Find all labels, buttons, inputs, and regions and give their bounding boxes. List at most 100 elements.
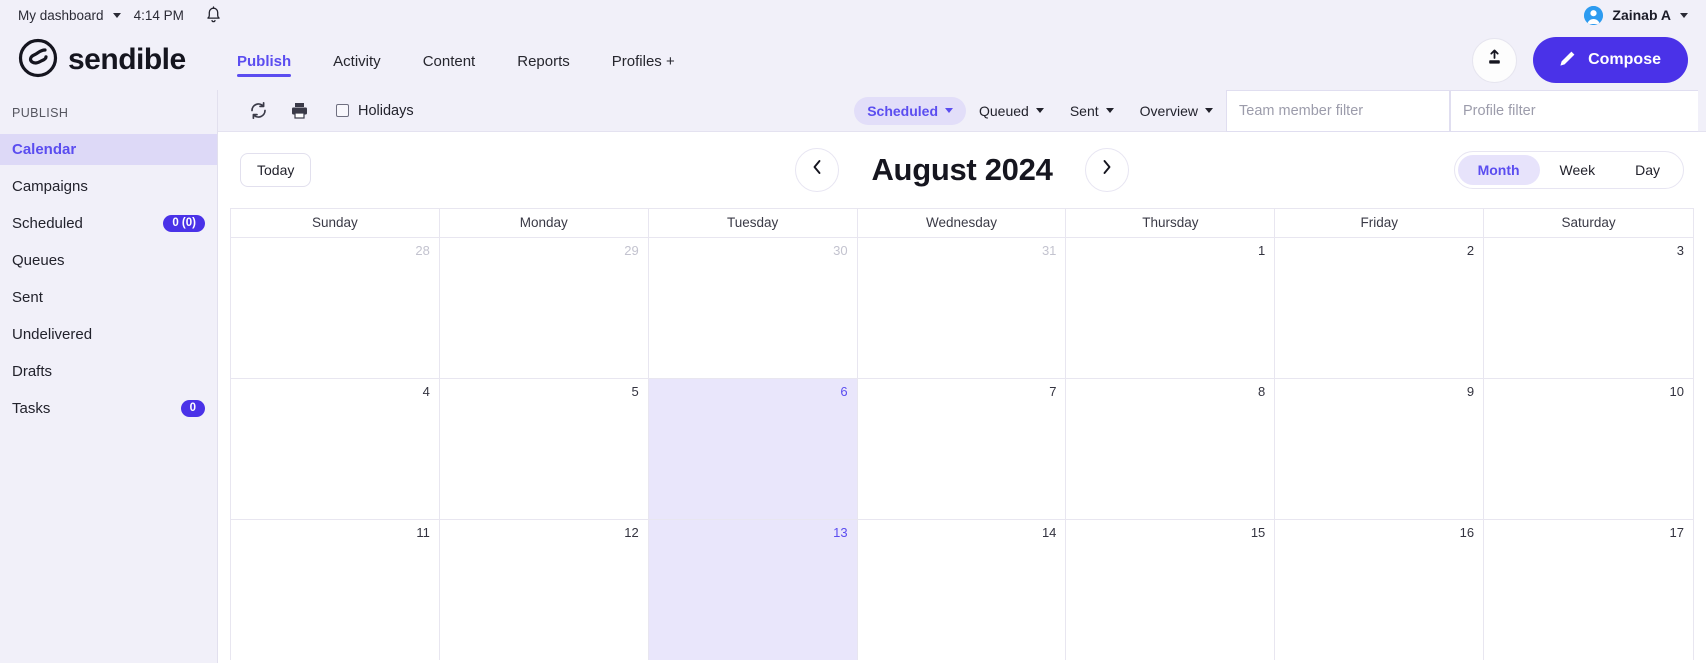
- calendar-day-cell[interactable]: 28: [231, 238, 440, 378]
- user-name: Zainab A: [1612, 7, 1671, 23]
- sidebar-item-label: Sent: [12, 289, 43, 306]
- utility-bar-left: My dashboard 4:14 PM: [18, 6, 222, 24]
- sendible-logo-icon: [18, 38, 58, 83]
- sidebar-section-title: PUBLISH: [12, 106, 69, 120]
- view-button-week[interactable]: Week: [1540, 155, 1616, 185]
- nav-item-content[interactable]: Content: [402, 34, 497, 87]
- filter-queued[interactable]: Queued: [966, 97, 1057, 125]
- dashboard-selector[interactable]: My dashboard: [18, 8, 121, 23]
- view-button-day[interactable]: Day: [1615, 155, 1680, 185]
- calendar-day-cell[interactable]: 16: [1275, 520, 1485, 660]
- sidebar-item-label: Tasks: [12, 400, 51, 417]
- filter-label: Scheduled: [867, 102, 938, 119]
- calendar-week-row: 11 12 13 14 15 16 17: [230, 519, 1694, 660]
- calendar-day-cell[interactable]: 3: [1484, 238, 1693, 378]
- next-month-button[interactable]: [1085, 148, 1129, 192]
- chevron-down-icon: [1680, 12, 1688, 18]
- sidebar-item-scheduled[interactable]: Scheduled 0 (0): [0, 208, 217, 239]
- filter-label: Sent: [1069, 102, 1099, 119]
- nav-item-profiles[interactable]: Profiles +: [591, 34, 696, 87]
- calendar-day-cell[interactable]: 8: [1066, 379, 1276, 519]
- dow-monday: Monday: [440, 209, 649, 237]
- calendar-week-row: 28 29 30 31 1 2 3: [230, 237, 1694, 378]
- calendar-day-cell-today[interactable]: 6: [648, 379, 858, 519]
- dow-saturday: Saturday: [1561, 215, 1616, 230]
- calendar-day-cell[interactable]: 13: [648, 520, 858, 660]
- filter-label: Queued: [979, 102, 1029, 119]
- calendar-day-cell[interactable]: 4: [231, 379, 440, 519]
- page-title: August 2024: [871, 152, 1053, 187]
- calendar-day-cell[interactable]: 31: [857, 238, 1067, 378]
- sidebar-item-tasks[interactable]: Tasks 0: [0, 393, 217, 424]
- view-button-month[interactable]: Month: [1457, 155, 1540, 185]
- sidebar-item-label: Scheduled: [12, 215, 83, 232]
- profile-filter-input[interactable]: [1450, 89, 1698, 132]
- calendar-day-cell[interactable]: 17: [1484, 520, 1693, 660]
- notification-bell-icon[interactable]: [205, 6, 222, 24]
- chevron-down-icon: [1035, 108, 1044, 113]
- nav-item-reports[interactable]: Reports: [496, 34, 591, 87]
- filter-overview[interactable]: Overview: [1127, 97, 1226, 125]
- calendar-day-cell[interactable]: 15: [1066, 520, 1276, 660]
- calendar-grid: Sunday Monday Tuesday Wednesday Thursday…: [218, 208, 1706, 663]
- body-wrapper: PUBLISH Calendar Campaigns Scheduled 0 (…: [0, 89, 1706, 663]
- nav-label: Activity: [333, 52, 381, 70]
- nav-label: Reports: [517, 52, 570, 70]
- nav-item-activity[interactable]: Activity: [312, 34, 402, 87]
- dow-friday: Friday: [1275, 209, 1485, 237]
- sidebar-item-drafts[interactable]: Drafts: [0, 356, 217, 387]
- sidebar-item-label: Undelivered: [12, 326, 93, 343]
- calendar-day-cell[interactable]: 11: [231, 520, 440, 660]
- calendar-day-cell[interactable]: 5: [439, 379, 649, 519]
- calendar-day-cell[interactable]: 7: [857, 379, 1067, 519]
- calendar-day-cell[interactable]: 30: [648, 238, 858, 378]
- nav-item-publish[interactable]: Publish: [216, 34, 312, 87]
- calendar-day-cell[interactable]: 1: [1066, 238, 1276, 378]
- team-member-filter-input[interactable]: [1226, 89, 1450, 132]
- prev-month-button[interactable]: [795, 148, 839, 192]
- calendar-toolbar: Holidays Scheduled Queued Sent Overview: [218, 89, 1706, 132]
- nav-label: Publish: [237, 52, 292, 70]
- main-panel: Holidays Scheduled Queued Sent Overview: [218, 89, 1706, 663]
- utility-bar: My dashboard 4:14 PM Zainab A: [0, 0, 1706, 30]
- dow-tuesday: Tuesday: [649, 209, 858, 237]
- main-header: sendible Publish Activity Content Report…: [0, 30, 1706, 90]
- sidebar-item-campaigns[interactable]: Campaigns: [0, 171, 217, 202]
- refresh-icon[interactable]: [238, 101, 279, 120]
- calendar-day-cell[interactable]: 12: [439, 520, 649, 660]
- today-button[interactable]: Today: [240, 153, 312, 187]
- calendar-day-cell[interactable]: 14: [857, 520, 1067, 660]
- sidebar-item-calendar[interactable]: Calendar: [0, 134, 217, 165]
- chevron-down-icon: [112, 12, 121, 18]
- calendar-day-cell[interactable]: 29: [439, 238, 649, 378]
- dashboard-label: My dashboard: [18, 7, 104, 23]
- holidays-label: Holidays: [358, 102, 414, 119]
- view-switcher: Month Week Day: [1453, 151, 1684, 189]
- brand-logo[interactable]: sendible: [18, 38, 208, 83]
- current-time: 4:14 PM: [133, 7, 184, 23]
- filter-scheduled[interactable]: Scheduled: [854, 96, 966, 125]
- sidebar-item-sent[interactable]: Sent: [0, 282, 217, 313]
- calendar-day-cell[interactable]: 10: [1484, 379, 1693, 519]
- calendar-day-cell[interactable]: 2: [1275, 238, 1485, 378]
- chevron-right-icon: [1101, 159, 1113, 181]
- compose-button[interactable]: Compose: [1533, 37, 1688, 83]
- nav-label: Profiles +: [611, 52, 675, 70]
- day-of-week-header-row: Sunday Monday Tuesday Wednesday Thursday…: [230, 208, 1694, 237]
- holidays-checkbox[interactable]: [336, 104, 349, 117]
- sidebar: PUBLISH Calendar Campaigns Scheduled 0 (…: [0, 90, 218, 663]
- sidebar-item-label: Queues: [12, 252, 65, 269]
- calendar-week-row: 4 5 6 7 8 9 10: [230, 378, 1694, 519]
- calendar-day-cell[interactable]: 9: [1275, 379, 1485, 519]
- nav-label: Content: [422, 52, 476, 70]
- sidebar-item-label: Calendar: [12, 141, 77, 158]
- dow-wednesday: Wednesday: [858, 209, 1067, 237]
- sidebar-item-queues[interactable]: Queues: [0, 245, 217, 276]
- upload-button[interactable]: [1472, 37, 1518, 83]
- sidebar-item-label: Drafts: [12, 363, 53, 380]
- filter-sent[interactable]: Sent: [1057, 97, 1127, 125]
- user-menu[interactable]: Zainab A: [1584, 5, 1688, 25]
- print-icon[interactable]: [279, 101, 320, 120]
- holidays-toggle[interactable]: Holidays: [336, 103, 414, 119]
- sidebar-item-undelivered[interactable]: Undelivered: [0, 319, 217, 350]
